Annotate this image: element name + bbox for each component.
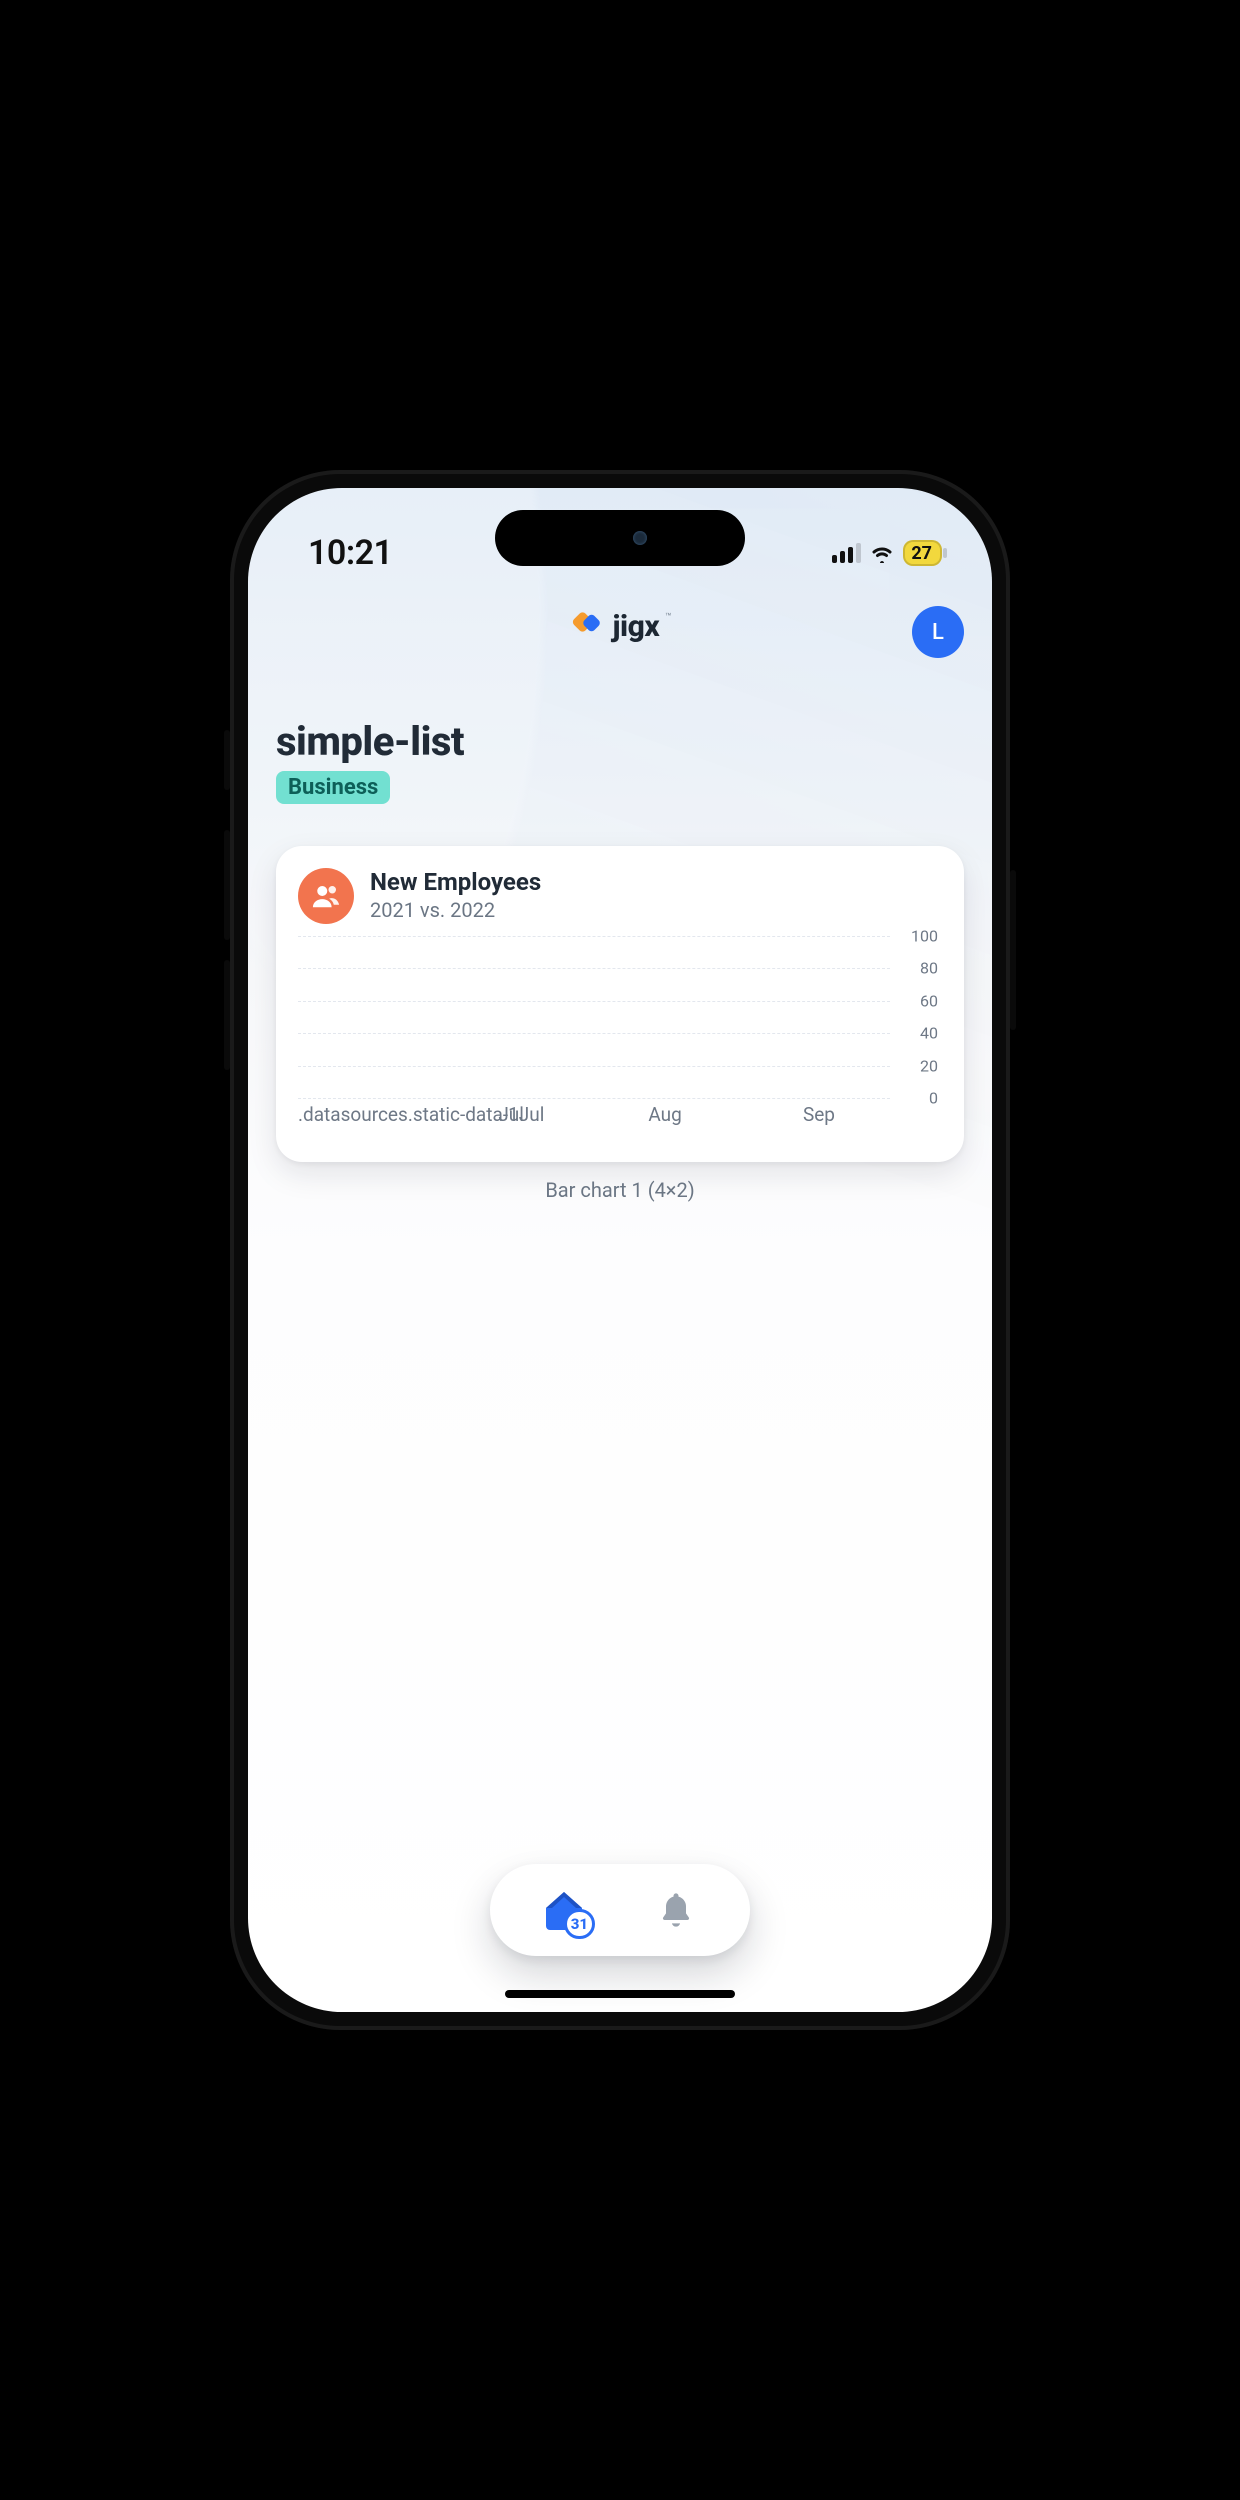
phone-volume-down — [224, 960, 230, 1070]
status-right: 27 — [832, 540, 942, 566]
x-tick-label: Sep — [803, 1103, 835, 1126]
chart-plot-area — [298, 936, 890, 1098]
stage: 10:21 27 — [0, 0, 1240, 2500]
y-tick-label: 60 — [920, 991, 938, 1010]
phone-silence-switch — [224, 730, 230, 790]
y-tick-label: 100 — [911, 927, 938, 946]
screen: 10:21 27 — [248, 488, 992, 2012]
avatar-initial: L — [932, 620, 944, 645]
card-caption: Bar chart 1 (4×2) — [248, 1178, 992, 1202]
battery-percentage: 27 — [911, 543, 932, 564]
card-subtitle: 2021 vs. 2022 — [370, 898, 541, 922]
chart-x-axis: .datasources.static-data-1JulJulAugSep — [298, 1098, 890, 1126]
card-title: New Employees — [370, 868, 541, 896]
front-camera-icon — [633, 531, 647, 545]
bar-chart: 020406080100 .datasources.static-data-1J… — [298, 936, 942, 1126]
chart-card[interactable]: New Employees 2021 vs. 2022 0 20 40 60 80 100… — [276, 846, 964, 1162]
phone-power-button — [1010, 870, 1016, 1030]
jigx-logomark-icon — [569, 608, 605, 644]
bottom-nav: 31 — [490, 1864, 750, 1956]
y-tick-label: 40 — [920, 1024, 938, 1043]
phone-volume-up — [224, 830, 230, 940]
x-tick-label: Aug — [648, 1103, 681, 1126]
card-header: New Employees 2021 vs. 2022 — [298, 868, 942, 924]
y-tick-label: 0 — [929, 1089, 938, 1108]
profile-avatar[interactable]: L — [912, 606, 964, 658]
brand-logo: jigx ™ — [569, 608, 672, 644]
page-title-block: simple-list Business — [276, 718, 964, 804]
battery-indicator: 27 — [903, 540, 942, 566]
app-header: jigx ™ L simple-list Business — [248, 588, 992, 804]
page-title: simple-list — [276, 718, 964, 765]
chart-y-axis: 020406080100 — [894, 936, 942, 1098]
phone-frame: 10:21 27 — [230, 470, 1010, 2030]
home-indicator[interactable] — [505, 1990, 735, 1998]
bell-icon — [656, 1890, 696, 1930]
card-titles: New Employees 2021 vs. 2022 — [370, 868, 541, 922]
y-tick-label: 80 — [920, 959, 938, 978]
status-time: 10:21 — [308, 533, 392, 573]
cellular-signal-icon — [832, 543, 861, 563]
people-icon — [298, 868, 354, 924]
category-badge: Business — [276, 771, 390, 804]
dynamic-island — [495, 510, 745, 566]
nav-home[interactable]: 31 — [529, 1875, 599, 1945]
brand-trademark: ™ — [665, 612, 671, 623]
nav-notifications[interactable] — [641, 1875, 711, 1945]
brand-name: jigx — [613, 609, 660, 644]
wifi-icon — [869, 543, 895, 563]
home-badge-count: 31 — [564, 1909, 595, 1939]
y-tick-label: 20 — [920, 1056, 938, 1075]
x-tick-label: Jul — [498, 1103, 524, 1126]
